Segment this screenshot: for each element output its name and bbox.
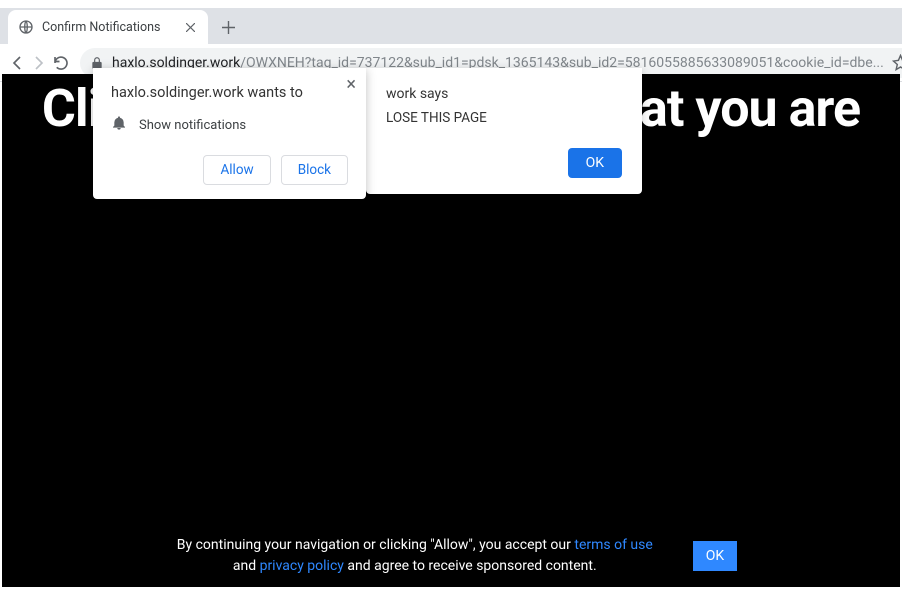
cookie-pre: By continuing your navigation or clickin… <box>177 537 575 553</box>
permission-label: Show notifications <box>139 118 246 133</box>
cookie-and: and <box>233 558 260 574</box>
permission-block-button[interactable]: Block <box>281 155 348 185</box>
browser-tab[interactable]: Confirm Notifications <box>8 10 208 44</box>
bell-icon <box>111 115 127 135</box>
permission-title: haxlo.soldinger.work wants to <box>111 84 348 101</box>
cookie-text: By continuing your navigation or clickin… <box>165 535 665 577</box>
back-button[interactable] <box>8 48 26 78</box>
notification-permission-prompt: × haxlo.soldinger.work wants to Show not… <box>93 68 366 199</box>
alert-title: work says <box>386 86 622 102</box>
alert-body: LOSE THIS PAGE <box>386 110 622 126</box>
permission-close-button[interactable]: × <box>346 76 356 94</box>
cookie-post: and agree to receive sponsored content. <box>344 558 597 574</box>
tab-title: Confirm Notifications <box>42 20 174 35</box>
privacy-policy-link[interactable]: privacy policy <box>260 558 344 574</box>
new-tab-button[interactable] <box>214 13 242 41</box>
tab-close-button[interactable] <box>182 19 198 35</box>
terms-of-use-link[interactable]: terms of use <box>574 537 652 553</box>
cookie-banner: By continuing your navigation or clickin… <box>2 535 900 577</box>
alert-ok-button[interactable]: OK <box>568 148 622 178</box>
js-alert-dialog: work says LOSE THIS PAGE OK <box>366 68 642 194</box>
globe-icon <box>18 19 34 35</box>
permission-allow-button[interactable]: Allow <box>203 155 270 185</box>
reload-button[interactable] <box>52 48 70 78</box>
forward-button[interactable] <box>30 48 48 78</box>
titlebar <box>0 0 902 8</box>
cookie-ok-button[interactable]: OK <box>693 541 737 571</box>
tab-strip: Confirm Notifications <box>0 8 902 44</box>
bookmark-star-icon[interactable] <box>892 54 902 71</box>
